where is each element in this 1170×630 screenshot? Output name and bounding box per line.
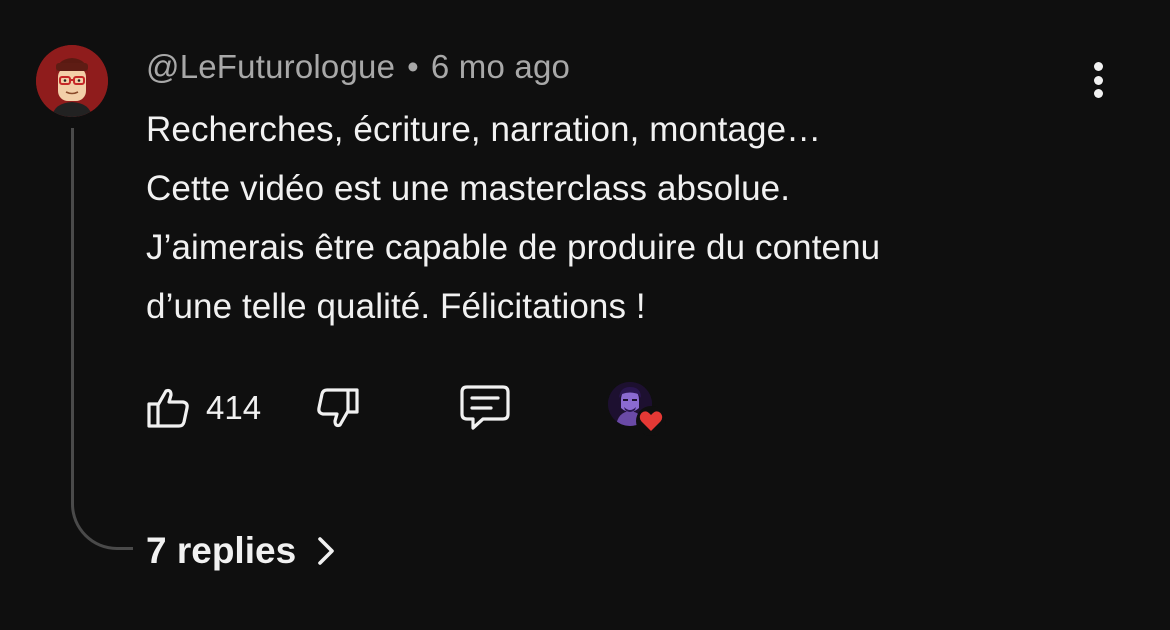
- author-handle[interactable]: @LeFuturologue: [146, 48, 395, 85]
- comment-text-line: Recherches, écriture, narration, montage…: [146, 110, 822, 149]
- more-vert-icon-dot: [1093, 62, 1103, 71]
- thread-connector-line: [71, 128, 133, 550]
- thumb-up-icon: [147, 388, 189, 428]
- author-avatar[interactable]: [36, 45, 108, 117]
- more-vert-icon-dot: [1093, 89, 1103, 98]
- comment-body: Recherches, écriture, narration, montage…: [146, 100, 1106, 336]
- comment-bubble-icon: [460, 385, 510, 430]
- cartoon-face-icon: [36, 45, 108, 117]
- reply-button[interactable]: [458, 382, 512, 434]
- chevron-right-icon: [318, 537, 334, 565]
- more-options-button[interactable]: [1078, 58, 1118, 102]
- dislike-button[interactable]: [314, 384, 362, 432]
- like-count: 414: [206, 389, 262, 426]
- heart-icon: [636, 406, 666, 436]
- more-vert-icon-dot: [1093, 75, 1103, 85]
- view-replies-button[interactable]: 7 replies: [146, 526, 338, 576]
- comment-timestamp[interactable]: 6 mo ago: [431, 48, 570, 85]
- creator-heart-badge: [606, 380, 670, 440]
- like-button[interactable]: [144, 384, 192, 432]
- comment-text-line: Cette vidéo est une masterclass absolue.: [146, 169, 791, 208]
- comment-text-line: J’aimerais être capable de produire du c…: [146, 228, 881, 267]
- thumb-down-icon: [317, 388, 359, 428]
- comment-text-line: d’une telle qualité. Félicitations !: [146, 287, 646, 326]
- comment-meta: @LeFuturologue • 6 mo ago: [146, 48, 570, 86]
- replies-count-label: 7 replies: [146, 530, 297, 571]
- meta-separator: •: [407, 48, 419, 85]
- comment-thread: @LeFuturologue • 6 mo ago Recherches, écri…: [0, 0, 1170, 630]
